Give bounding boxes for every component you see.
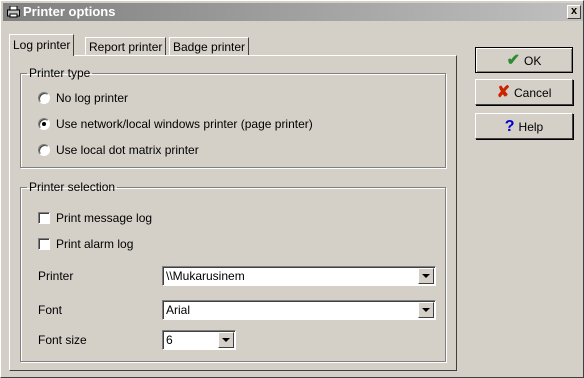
cancel-button[interactable]: ✘ Cancel: [475, 79, 573, 105]
printer-options-dialog: Printer options x Log printer Report pri…: [0, 0, 584, 378]
help-button[interactable]: ? Help: [475, 113, 573, 139]
chevron-down-icon[interactable]: [218, 332, 234, 348]
radio-button[interactable]: [38, 144, 50, 156]
log-printer-panel: Printer type No log printer Use network/…: [9, 55, 457, 371]
printer-selection-legend: Printer selection: [29, 180, 116, 194]
printer-type-legend: Printer type: [29, 66, 91, 80]
tab-badge-printer[interactable]: Badge printer: [169, 37, 250, 55]
close-button[interactable]: x: [567, 5, 581, 19]
font-size-label: Font size: [38, 333, 87, 347]
chevron-down-icon[interactable]: [418, 302, 434, 318]
font-value: Arial: [166, 303, 191, 317]
font-select[interactable]: Arial: [162, 300, 436, 320]
printer-select[interactable]: \\Mukarusinem: [162, 266, 436, 286]
question-icon: ?: [504, 117, 515, 135]
radio-button[interactable]: [38, 92, 50, 104]
printer-label: Printer: [38, 269, 74, 283]
radio-button-selected[interactable]: [38, 118, 50, 130]
close-icon: x: [570, 5, 578, 17]
printer-value: \\Mukarusinem: [166, 269, 245, 283]
x-icon: ✘: [496, 83, 511, 101]
font-label: Font: [38, 303, 63, 317]
tab-report-printer[interactable]: Report printer: [85, 37, 167, 55]
font-size-select[interactable]: 6: [162, 330, 236, 350]
tab-log-printer[interactable]: Log printer: [9, 34, 75, 56]
ok-button[interactable]: ✔ OK: [475, 47, 573, 73]
checkbox[interactable]: [38, 212, 50, 224]
checkbox[interactable]: [38, 238, 50, 250]
printer-icon: [7, 6, 20, 18]
window-title: Printer options: [23, 4, 116, 19]
font-size-value: 6: [166, 333, 173, 347]
title-bar[interactable]: Printer options x: [3, 3, 583, 21]
checkmark-icon: ✔: [506, 51, 521, 69]
chevron-down-icon[interactable]: [418, 268, 434, 284]
